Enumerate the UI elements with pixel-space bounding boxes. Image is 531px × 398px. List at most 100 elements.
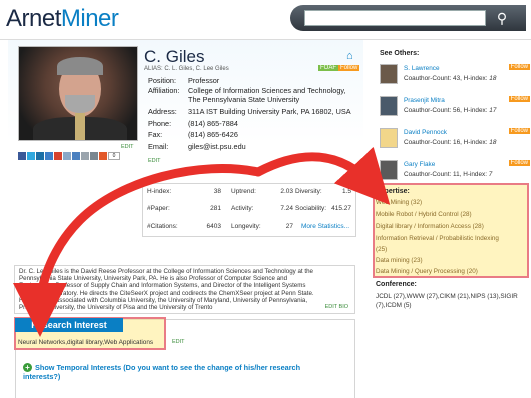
coauthor-info: Coauthor-Count: 43, H-index: 18 [404,75,497,82]
expertise-item[interactable]: Information Retrieval / Probabilistic In… [376,235,499,242]
uptrend-value: 2.03 [280,188,293,195]
show-temporal-interests-link[interactable]: + Show Temporal Interests (Do you want to… [23,363,343,381]
arnetminer-logo[interactable]: ArnetMiner [6,5,119,33]
citations-value: 6403 [206,223,221,230]
edit-photo-link[interactable]: EDIT [121,144,134,150]
expertise-item[interactable]: (25) [376,246,387,253]
search-icon[interactable]: ⚲ [491,8,513,28]
coauthor-name[interactable]: S. Lawrence [404,65,440,72]
linkedin-icon[interactable] [36,152,44,160]
coauthor-info: Coauthor-Count: 56, H-index: 17 [404,107,497,114]
longevity-label: Longevity: [231,223,261,230]
coauthor-info: Coauthor-Count: 16, H-index: 18 [404,139,497,146]
coauthor-avatar[interactable] [380,64,398,84]
edit-bio-link[interactable]: EDIT BIO [325,304,348,311]
activity-label: Activity: [231,205,254,212]
coauthor-follow-button[interactable]: Follow [508,128,530,134]
bio-line: Princeton University, the University of … [19,304,213,312]
foaf-button[interactable]: FOAF [318,65,338,71]
expertise-item[interactable]: Digital library / Information Access (28… [376,223,484,230]
delicious-icon[interactable] [45,152,53,160]
research-interest-tab[interactable]: Research Interest [15,318,123,332]
reddit-icon[interactable] [63,152,71,160]
facebook-icon[interactable] [18,152,26,160]
follow-button[interactable]: Follow [338,65,360,71]
twitter-icon[interactable] [27,152,35,160]
coauthor-name[interactable]: Prasenjit Mitra [404,97,445,104]
longevity-value: 27 [285,223,293,230]
coauthor-info: Coauthor-Count: 11, H-index: 7 [404,171,493,178]
plus-icon: + [23,363,32,372]
citations-label: #Citations: [147,223,178,230]
hindex-label: H-index: [147,188,172,195]
position-value: Professor [188,76,220,85]
expertise-item[interactable]: Mobile Robot / Hybrid Control (28) [376,211,472,218]
phone-label: Phone: [148,119,172,128]
bio-panel: Dr. C. Lee Giles is the David Reese Prof… [14,265,355,314]
sociability-value: 415.27 [331,205,351,212]
search-input[interactable] [304,10,486,26]
coauthor-item[interactable]: S. Lawrence Coauthor-Count: 43, H-index:… [380,64,530,92]
fax-label: Fax: [148,130,163,139]
expertise-title: Expertise: [376,188,410,195]
profile-panel: C. Giles ⌂ ALIAS: C. L. Giles, C. Lee Gi… [8,40,363,295]
bio-line: Engineering, Professor of Supply Chain a… [19,282,306,290]
research-interest-tags: Neural Networks,digital library,Web Appl… [18,339,154,346]
bio-line: He has been associated with Columbia Uni… [19,296,308,304]
email-share-icon[interactable] [81,152,89,160]
coauthor-avatar[interactable] [380,128,398,148]
conference-list: JCDL (27),WWW (27),CIKM (21),NIPS (13),S… [376,293,518,309]
paper-value: 281 [210,205,221,212]
share-count: 0 [108,152,120,160]
top-bar: ArnetMiner ⚲ [0,0,531,40]
expertise-item[interactable]: Data Mining / Query Processing (20) [376,268,478,275]
print-icon[interactable] [90,152,98,160]
affiliation-value: College of Information Sciences and Tech… [188,86,346,95]
see-others-title: See Others: [380,50,420,57]
affiliation-value-2: The Pennsylvania State University [188,95,300,104]
coauthor-avatar[interactable] [380,96,398,116]
more-statistics-link[interactable]: More Statistics... [301,223,349,230]
hindex-value: 38 [213,188,221,195]
fax-value: (814) 865-6426 [188,130,238,139]
search-bar: ⚲ [290,5,526,31]
coauthor-avatar[interactable] [380,160,398,180]
bio-line: Pennsylvania State University, Universit… [19,275,288,283]
address-label: Address: [148,107,177,116]
diversity-value: 1.5 [341,188,351,195]
profile-alias: ALIAS: C. L. Giles, C. Lee Giles [144,66,229,72]
share-bar: 0 [18,152,121,162]
coauthor-follow-button[interactable]: Follow [508,160,530,166]
coauthor-name[interactable]: Gary Flake [404,161,435,168]
coauthor-follow-button[interactable]: Follow [508,96,530,102]
profile-name: C. Giles [144,47,205,66]
email-label: Email: [148,142,169,151]
address-value: 311A IST Building University Park, PA 16… [188,107,351,116]
edit-research-interest-link[interactable]: EDIT [172,339,185,345]
bio-line: Research Laboratory. He directs the Cite… [19,289,314,297]
add-share-icon[interactable] [99,152,107,160]
bookmark-icon[interactable] [72,152,80,160]
edit-info-link[interactable]: EDIT [148,158,161,164]
expertise-item[interactable]: Web Mining (32) [376,199,422,206]
position-label: Position: [148,76,176,85]
sociability-label: Sociability: [295,205,327,212]
expertise-item[interactable]: Data mining (23) [376,257,423,264]
coauthor-follow-button[interactable]: Follow [508,64,530,70]
uptrend-label: Uptrend: [231,188,256,195]
coauthor-item[interactable]: Prasenjit Mitra Coauthor-Count: 56, H-in… [380,96,530,124]
coauthor-item[interactable]: David Pennock Coauthor-Count: 16, H-inde… [380,128,530,156]
bio-line: Dr. C. Lee Giles is the David Reese Prof… [19,268,313,275]
paper-label: #Paper: [147,205,170,212]
activity-value: 7.24 [280,205,293,212]
profile-photo [18,46,138,141]
email-value[interactable]: giles@ist.psu.edu [188,142,246,151]
coauthor-name[interactable]: David Pennock [404,129,447,136]
phone-value: (814) 865-7884 [188,119,238,128]
conference-title: Conference: [376,281,417,288]
affiliation-label: Affiliation: [148,86,180,95]
stats-panel: H-index: 38 Uptrend: 2.03 Diversity: 1.5… [142,183,356,237]
digg-icon[interactable] [54,152,62,160]
diversity-label: Diversity: [295,188,322,195]
home-icon[interactable]: ⌂ [346,50,353,62]
